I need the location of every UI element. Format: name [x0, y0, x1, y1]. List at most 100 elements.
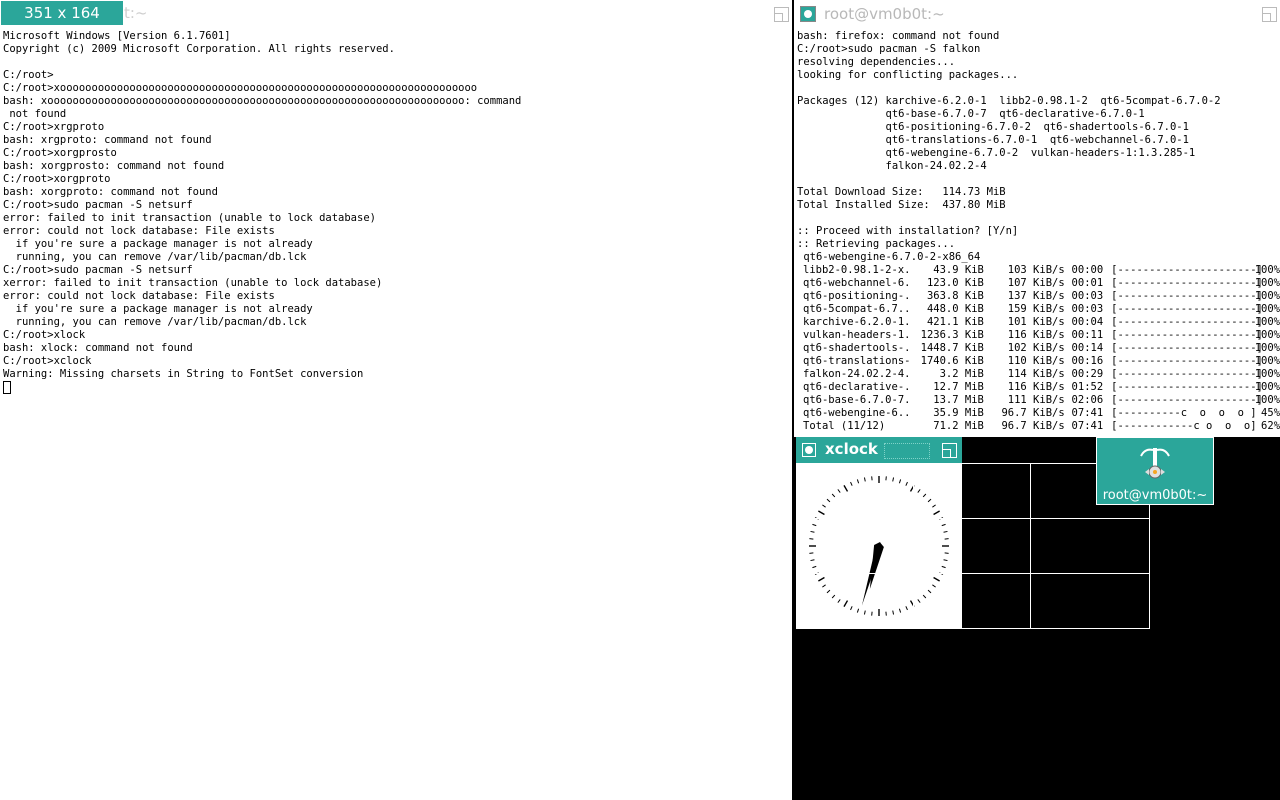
left-terminal-titlebar[interactable]: 351 x 164 t:~: [0, 0, 792, 26]
terminal-line: Warning: Missing charsets in String to F…: [3, 368, 364, 380]
terminal-line: Microsoft Windows [Version 6.1.7601]: [3, 30, 231, 42]
terminal-line: bash: xorgprosto: command not found: [3, 160, 225, 172]
progress-percent: 45%: [1261, 407, 1280, 419]
progress-bar: [----------------------]: [1111, 342, 1263, 354]
terminal-line: xerror: failed to init transaction (unab…: [3, 277, 383, 289]
clock-tick: [837, 489, 841, 493]
terminal-line: looking for conflicting packages...: [797, 69, 1019, 81]
terminal-line: running, you can remove /var/lib/pacman/…: [3, 251, 307, 263]
xclock-window[interactable]: xclock: [796, 437, 962, 629]
clock-tick: [822, 504, 826, 508]
download-rate: 101 KiB/s: [1007, 316, 1065, 328]
package-name: vulkan-headers-1...: [803, 329, 913, 341]
package-name: karchive-6.2.0-1...: [803, 316, 913, 328]
clock-tick: [856, 479, 860, 484]
package-name: qt6-webchannel-6...: [803, 277, 913, 289]
terminal-line: C:/root>sudo pacman -S netsurf: [3, 199, 193, 211]
package-size: 123.0 KiB: [926, 277, 984, 289]
progress-bar: [----------------------]: [1111, 303, 1263, 315]
package-size: 35.9 MiB: [933, 407, 984, 419]
clock-tick: [941, 523, 946, 527]
terminal-line: qt6-base-6.7.0-7 qt6-declarative-6.7.0-1: [797, 108, 1145, 120]
progress-percent: 100%: [1254, 290, 1280, 302]
download-time: 00:14: [1071, 342, 1104, 354]
terminal-line: error: could not lock database: File exi…: [3, 225, 275, 237]
clock-tick: [917, 489, 921, 493]
clock-tick: [932, 504, 936, 508]
right-terminal-window[interactable]: root@vm0b0t:~ bash: firefox: command not…: [794, 0, 1280, 437]
package-name: qt6-webengine-6....: [803, 407, 913, 419]
right-terminal-output[interactable]: bash: firefox: command not found C:/root>…: [797, 30, 1280, 433]
xclock-titlebar[interactable]: xclock: [796, 437, 962, 463]
left-terminal-window[interactable]: 351 x 164 t:~ Microsoft Windows [Version…: [0, 0, 792, 800]
terminal-line: bash: xlock: command not found: [3, 342, 193, 354]
package-size: 3.2 MiB: [939, 368, 984, 380]
clock-tick: [837, 599, 841, 603]
progress-percent: 100%: [1254, 342, 1280, 354]
download-row: falkon-24.02.2-4... 3.2 MiB 114 KiB/s 00:29…: [797, 368, 1280, 381]
clock-tick: [927, 498, 932, 503]
clock-tick: [812, 565, 817, 569]
terminal-line: resolving dependencies...: [797, 56, 956, 68]
pacman-output: bash: firefox: command not found C:/root>…: [797, 30, 1280, 264]
window-menu-icon[interactable]: [802, 443, 816, 457]
download-time: 00:11: [1071, 329, 1104, 341]
clock-tick: [922, 594, 927, 599]
terminal-line: if you're sure a package manager is not …: [3, 303, 313, 315]
terminal-line: if you're sure a package manager is not …: [3, 238, 313, 250]
terminal-line: :: Retrieving packages...: [797, 238, 956, 250]
clock-tick: [905, 481, 908, 486]
package-size: 1448.7 KiB: [920, 342, 984, 354]
terminal-line: error: could not lock database: File exi…: [3, 290, 275, 302]
package-size: 71.2 MiB: [933, 420, 984, 432]
progress-percent: 100%: [1254, 381, 1280, 393]
progress-percent: 100%: [1254, 355, 1280, 367]
maximize-icon[interactable]: [774, 7, 789, 22]
terminal-line: C:/root>sudo pacman -S netsurf: [3, 264, 193, 276]
clock-tick: [892, 610, 895, 615]
clock-tick: [822, 584, 826, 588]
terminal-line: falkon-24.02.2-4: [797, 160, 987, 172]
terminal-line: Total Installed Size: 437.80 MiB: [797, 199, 1006, 211]
progress-bar: [----------------------]: [1111, 277, 1263, 289]
terminal-line: C:/root>xrgproto: [3, 121, 105, 133]
clock-face: [809, 476, 949, 616]
clock-tick: [941, 565, 946, 569]
download-row: Total (11/12) 71.2 MiB 96.7 KiB/s 07:41 [---…: [797, 420, 1280, 433]
left-terminal-output[interactable]: Microsoft Windows [Version 6.1.7601] Copy…: [3, 30, 789, 394]
terminal-line: :: Proceed with installation? [Y/n]: [797, 225, 1019, 237]
maximize-icon[interactable]: [1262, 7, 1277, 22]
terminal-line: qt6-webengine-6.7.0-2-x86_64: [797, 251, 981, 263]
titlebar-drag-area[interactable]: [884, 443, 930, 459]
package-name: libb2-0.98.1-2-x...: [803, 264, 913, 276]
terminal-line: bash: xooooooooooooooooooooooooooooooooo…: [3, 95, 522, 107]
right-terminal-titlebar[interactable]: root@vm0b0t:~: [794, 0, 1280, 28]
package-size: 421.1 KiB: [926, 316, 984, 328]
download-time: 01:52: [1071, 381, 1104, 393]
download-time: 00:01: [1071, 277, 1104, 289]
download-row: qt6-webengine-6.... 35.9 MiB 96.7 KiB/s 07:…: [797, 407, 1280, 420]
clock-tick: [810, 559, 815, 562]
progress-bar: [----------------------]: [1111, 264, 1263, 276]
clock-tick: [939, 572, 944, 575]
iconified-terminal[interactable]: root@vm0b0t:~: [1096, 437, 1214, 505]
download-rate: 116 KiB/s: [1007, 381, 1065, 393]
clock-minute-hand: [861, 542, 882, 606]
progress-percent: 62%: [1261, 420, 1280, 432]
window-menu-icon[interactable]: [800, 6, 816, 22]
clock-tick: [863, 610, 866, 615]
clock-tick: [892, 477, 895, 482]
download-row: qt6-translations-... 1740.6 KiB 110 KiB/s 0…: [797, 355, 1280, 368]
package-size: 43.9 KiB: [933, 264, 984, 276]
clock-tick: [850, 481, 853, 486]
clock-tick: [818, 576, 825, 582]
terminal-line: error: failed to init transaction (unabl…: [3, 212, 376, 224]
package-size: 363.8 KiB: [926, 290, 984, 302]
iconified-terminal-label: root@vm0b0t:~: [1102, 488, 1208, 503]
maximize-icon[interactable]: [942, 443, 957, 458]
terminal-line: C:/root>xooooooooooooooooooooooooooooooo…: [3, 82, 478, 94]
package-name: falkon-24.02.2-4...: [803, 368, 913, 380]
clock-tick: [831, 493, 836, 498]
terminal-line: Copyright (c) 2009 Microsoft Corporation…: [3, 43, 395, 55]
